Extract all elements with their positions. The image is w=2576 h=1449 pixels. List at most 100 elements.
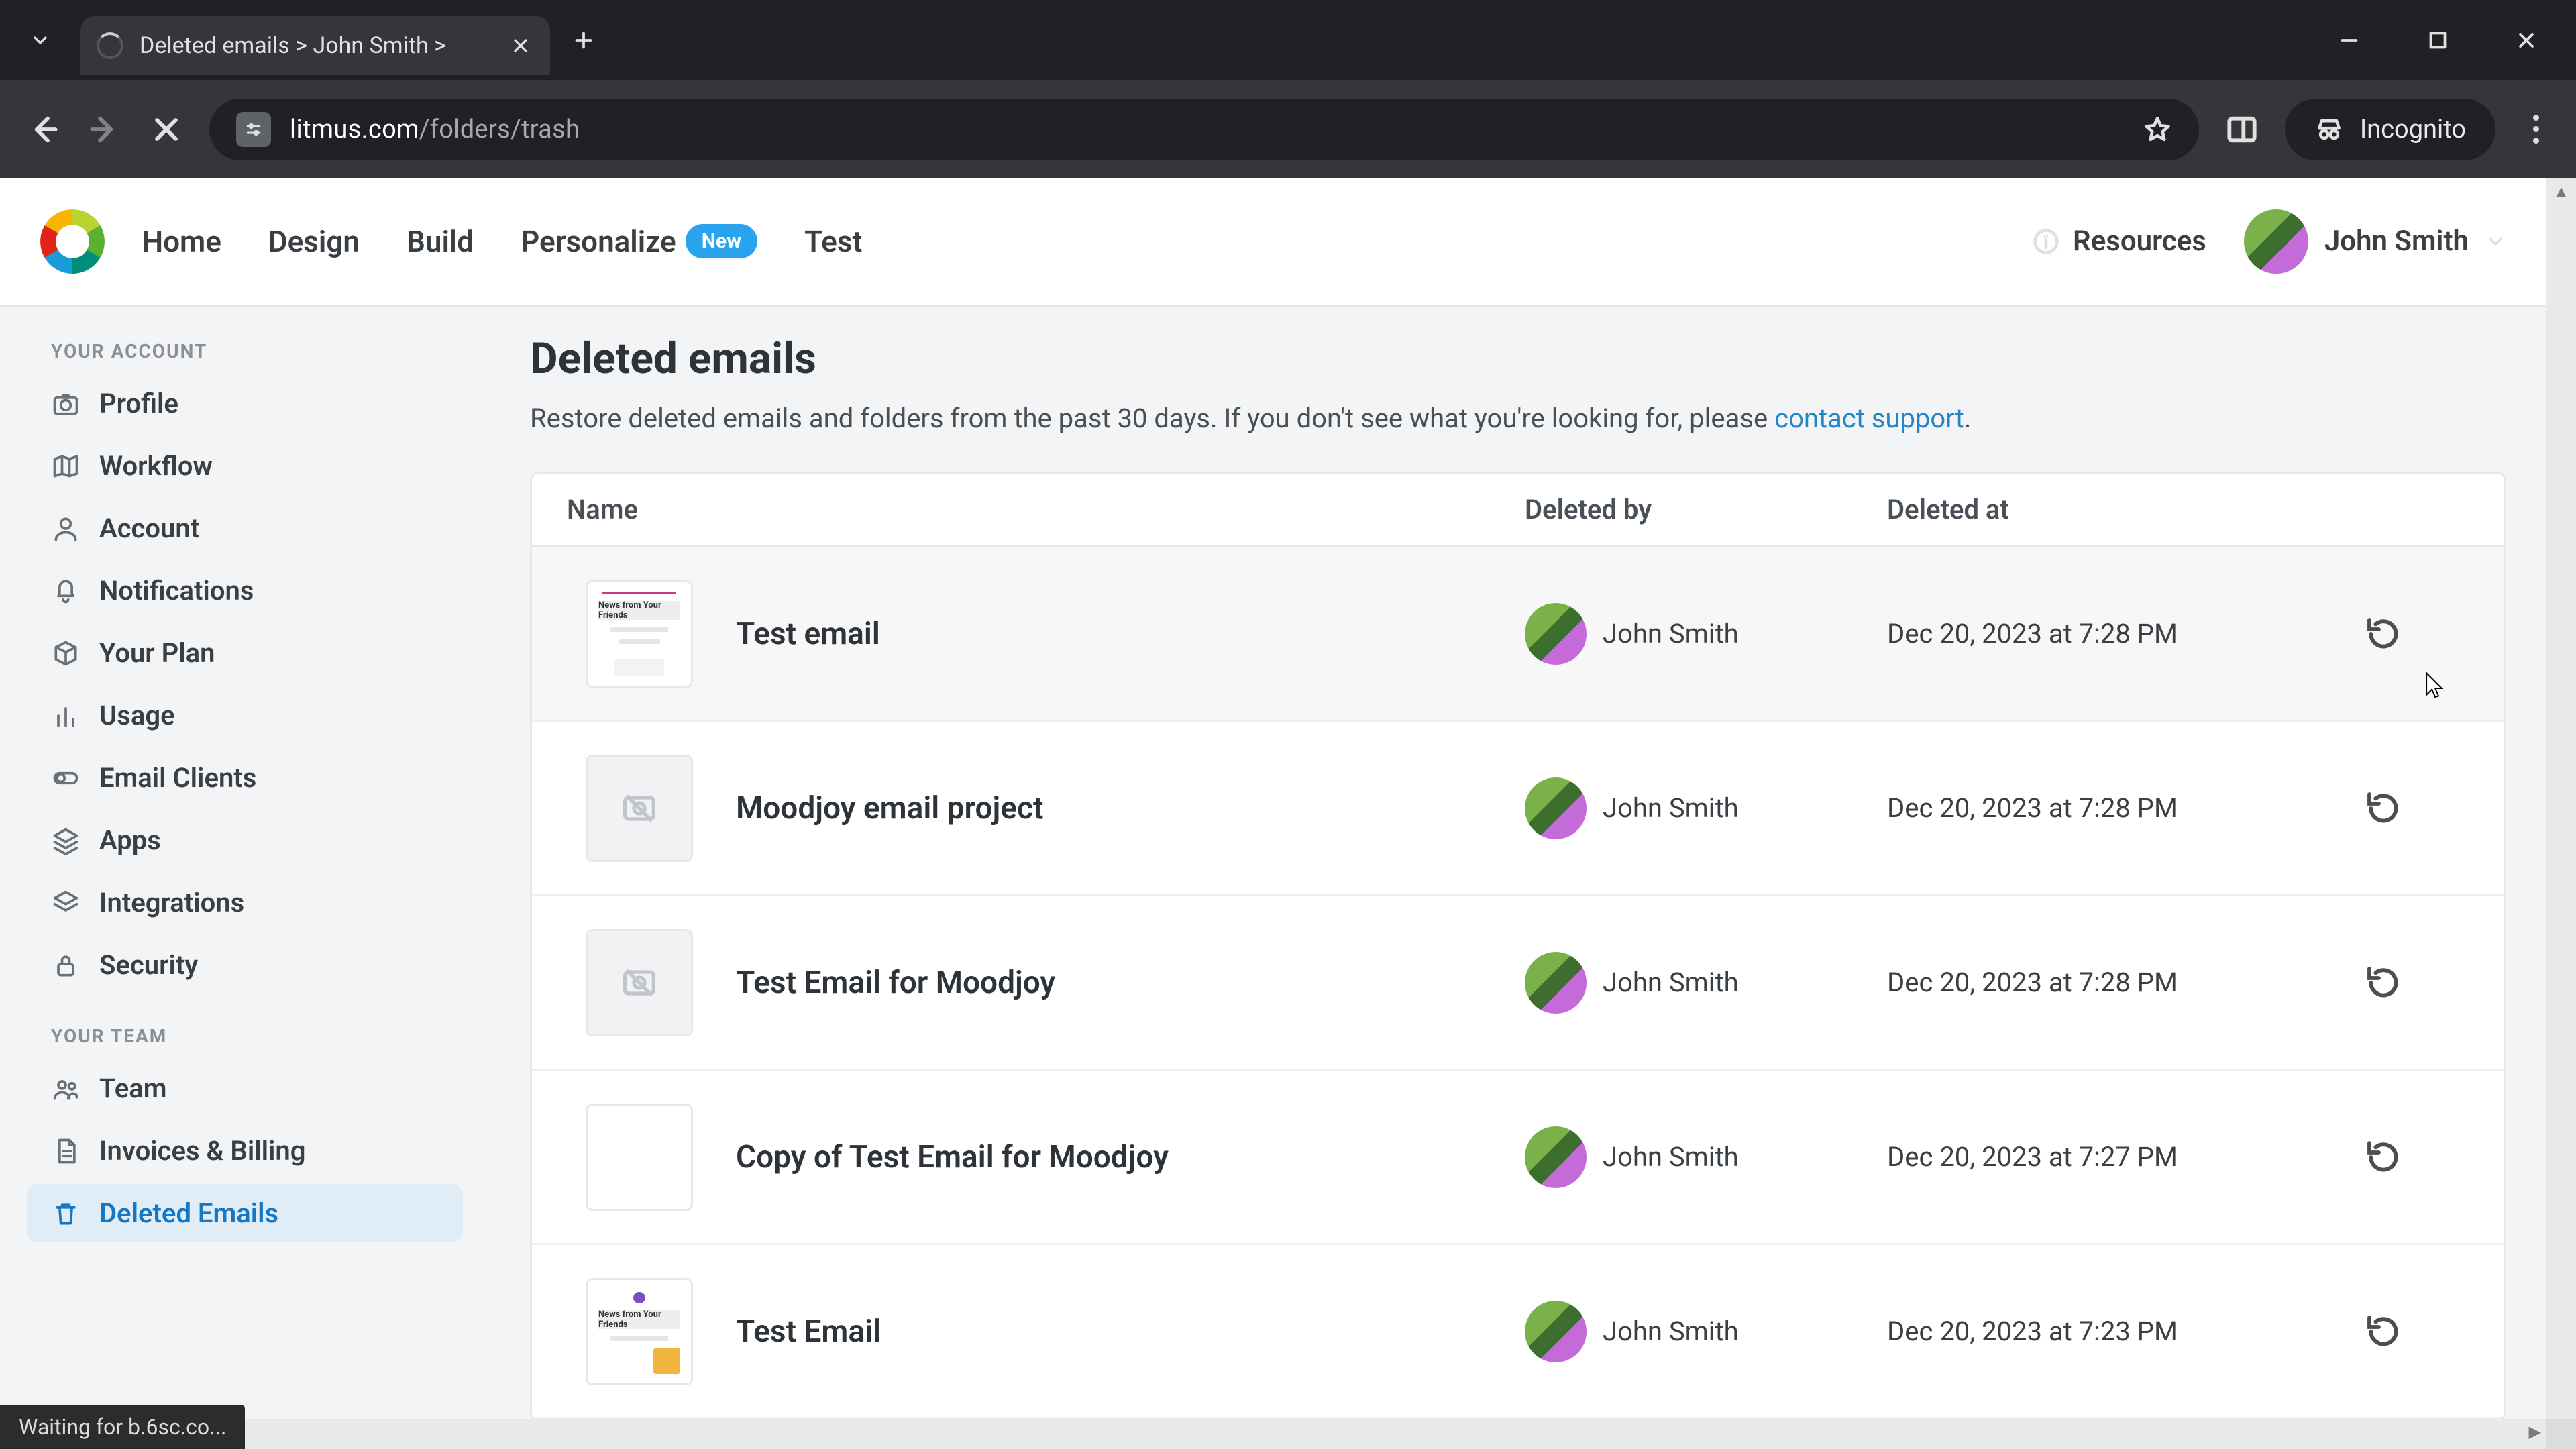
lock-icon — [51, 951, 80, 980]
tune-icon — [244, 119, 264, 140]
sidebar-item-email-clients[interactable]: Email Clients — [27, 749, 463, 807]
deleted-at-cell: Dec 20, 2023 at 7:28 PM — [1887, 792, 2323, 824]
sidebar-item-profile[interactable]: Profile — [27, 374, 463, 433]
sidebar-item-security[interactable]: Security — [27, 936, 463, 994]
close-tab-icon[interactable] — [510, 35, 531, 56]
sidebar-item-workflow[interactable]: Workflow — [27, 437, 463, 495]
arrow-right-icon — [86, 111, 123, 148]
deleted-by-cell: John Smith — [1525, 603, 1887, 665]
layers-icon — [51, 888, 80, 918]
browser-chrome: Deleted emails > John Smith > litmus.com… — [0, 0, 2576, 178]
incognito-icon — [2314, 115, 2344, 144]
close-window-icon[interactable] — [2514, 28, 2538, 52]
close-icon — [148, 111, 185, 148]
restore-button[interactable] — [2365, 964, 2402, 1002]
horizontal-scrollbar[interactable] — [0, 1419, 2546, 1449]
restore-button[interactable] — [2365, 790, 2402, 827]
user-icon — [51, 514, 80, 543]
tabs-dropdown-button[interactable] — [0, 0, 80, 80]
deleted-by-name: John Smith — [1603, 967, 1739, 998]
avatar — [2244, 209, 2308, 274]
restore-icon — [2365, 615, 2402, 653]
sidebar-item-invoices[interactable]: Invoices & Billing — [27, 1122, 463, 1180]
nav-home[interactable]: Home — [142, 224, 221, 259]
table-row[interactable]: News from Your Friends Test Email John S… — [532, 1245, 2504, 1419]
scroll-corner — [2546, 1419, 2576, 1449]
sidebar-item-integrations[interactable]: Integrations — [27, 873, 463, 932]
avatar — [1525, 1126, 1587, 1188]
table-header: Name Deleted by Deleted at — [532, 474, 2504, 547]
nav-build[interactable]: Build — [407, 224, 474, 259]
sidebar-item-your-plan[interactable]: Your Plan — [27, 624, 463, 682]
deleted-emails-table: Name Deleted by Deleted at News from You… — [530, 472, 2506, 1419]
restore-button[interactable] — [2365, 615, 2402, 653]
resources-link[interactable]: Resources — [2031, 225, 2206, 258]
new-tab-button[interactable] — [564, 20, 604, 60]
avatar — [1525, 1301, 1587, 1362]
new-badge: New — [686, 224, 757, 258]
browser-menu-button[interactable] — [2520, 113, 2552, 146]
deleted-by-cell: John Smith — [1525, 952, 1887, 1014]
restore-button[interactable] — [2365, 1313, 2402, 1350]
sidebar-item-apps[interactable]: Apps — [27, 811, 463, 869]
nav-test[interactable]: Test — [804, 224, 862, 259]
stop-reload-button[interactable] — [148, 111, 185, 148]
table-body: News from Your Friends Test email John S… — [532, 547, 2504, 1419]
restore-icon — [2365, 964, 2402, 1002]
email-name: Moodjoy email project — [736, 790, 1043, 826]
avatar — [1525, 777, 1587, 839]
loading-spinner-icon — [97, 32, 123, 59]
back-button[interactable] — [24, 111, 62, 148]
incognito-indicator[interactable]: Incognito — [2285, 99, 2496, 160]
sidebar-item-deleted-emails[interactable]: Deleted Emails — [27, 1184, 463, 1242]
browser-tab[interactable]: Deleted emails > John Smith > — [80, 16, 550, 75]
resources-label: Resources — [2073, 225, 2206, 258]
main-content: Deleted emails Restore deleted emails an… — [490, 307, 2546, 1419]
sidebar-item-account[interactable]: Account — [27, 499, 463, 557]
user-menu[interactable]: John Smith — [2244, 209, 2506, 274]
table-row[interactable]: Copy of Test Email for Moodjoy John Smit… — [532, 1071, 2504, 1245]
bookmark-star-icon[interactable] — [2143, 115, 2172, 144]
email-thumbnail: News from Your Friends — [586, 1278, 693, 1385]
table-row[interactable]: News from Your Friends Test email John S… — [532, 547, 2504, 722]
vertical-scrollbar[interactable] — [2546, 178, 2576, 1419]
sidebar-item-notifications[interactable]: Notifications — [27, 561, 463, 620]
col-deleted-at: Deleted at — [1887, 494, 2323, 525]
bell-icon — [51, 576, 80, 606]
maximize-icon[interactable] — [2426, 28, 2450, 52]
window-controls — [2337, 28, 2576, 52]
sidebar-item-usage[interactable]: Usage — [27, 686, 463, 745]
site-info-button[interactable] — [236, 112, 271, 147]
name-cell: News from Your Friends Test email — [532, 580, 1525, 688]
name-cell: Moodjoy email project — [532, 755, 1525, 862]
camera-icon — [51, 389, 80, 419]
name-cell: Copy of Test Email for Moodjoy — [532, 1104, 1525, 1211]
map-icon — [51, 451, 80, 481]
top-nav: Home Design Build Personalize New Test — [142, 224, 862, 259]
table-row[interactable]: Test Email for Moodjoy John Smith Dec 20… — [532, 896, 2504, 1071]
layers-icon — [51, 826, 80, 855]
forward-button[interactable] — [86, 111, 123, 148]
email-thumbnail — [586, 1104, 693, 1211]
deleted-by-cell: John Smith — [1525, 1301, 1887, 1362]
contact-support-link[interactable]: contact support — [1774, 402, 1964, 434]
minimize-icon[interactable] — [2337, 28, 2361, 52]
viewport: Home Design Build Personalize New Test R… — [0, 178, 2576, 1449]
browser-toolbar: litmus.com/folders/trash Incognito — [0, 80, 2576, 178]
col-deleted-by: Deleted by — [1525, 494, 1887, 525]
deleted-at-cell: Dec 20, 2023 at 7:27 PM — [1887, 1141, 2323, 1173]
deleted-by-name: John Smith — [1603, 1141, 1739, 1173]
user-name-label: John Smith — [2324, 225, 2469, 258]
arrow-left-icon — [24, 111, 62, 148]
sidebar-item-team[interactable]: Team — [27, 1059, 463, 1118]
restore-icon — [2365, 1313, 2402, 1350]
table-row[interactable]: Moodjoy email project John Smith Dec 20,… — [532, 722, 2504, 896]
side-panel-button[interactable] — [2223, 111, 2261, 148]
nav-personalize[interactable]: Personalize New — [521, 224, 757, 259]
nav-design[interactable]: Design — [268, 224, 360, 259]
restore-button[interactable] — [2365, 1138, 2402, 1176]
plus-icon — [572, 28, 596, 52]
address-bar[interactable]: litmus.com/folders/trash — [209, 99, 2199, 160]
litmus-logo[interactable] — [40, 209, 105, 274]
deleted-by-name: John Smith — [1603, 792, 1739, 824]
